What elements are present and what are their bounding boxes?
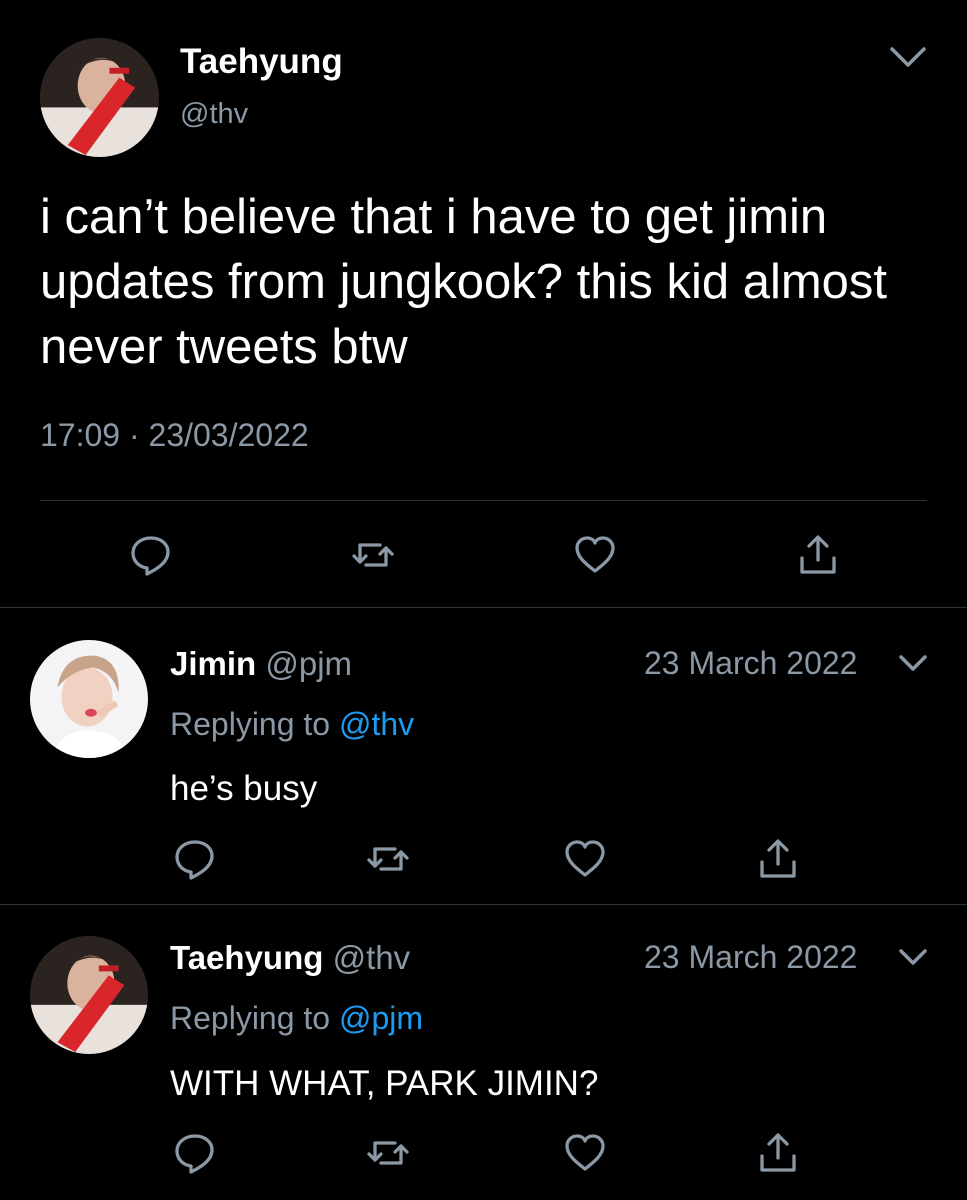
reply-author[interactable]: Jimin @pjm [170,645,352,683]
chevron-down-icon[interactable] [898,946,928,968]
reply-avatar-taehyung[interactable] [30,936,148,1054]
mention-link[interactable]: @pjm [339,1000,423,1036]
main-tweet-display-name[interactable]: Taehyung [180,42,343,82]
reply-icon[interactable] [172,836,218,882]
replying-to: Replying to @pjm [170,1000,423,1037]
chevron-down-icon[interactable] [898,652,928,674]
main-tweet-avatar[interactable] [40,38,159,157]
main-tweet-text: i can’t believe that i have to get jimin… [40,190,888,374]
like-icon[interactable] [562,836,608,882]
like-icon[interactable] [572,532,618,578]
main-tweet-handle[interactable]: @thv [180,98,248,131]
divider [0,607,967,608]
reply-display-name[interactable]: Jimin [170,645,256,682]
reply-icon[interactable] [172,1130,218,1176]
reply-display-name[interactable]: Taehyung [170,939,323,976]
reply-handle[interactable]: @pjm [265,645,352,682]
reply-handle[interactable]: @thv [333,939,411,976]
replying-prefix: Replying to [170,1000,331,1036]
divider [40,500,927,501]
reply-icon[interactable] [128,532,174,578]
share-icon[interactable] [755,836,801,882]
retweet-icon[interactable] [350,532,396,578]
share-icon[interactable] [795,532,841,578]
divider [0,904,967,905]
reply-date[interactable]: 23 March 2022 [644,939,857,976]
reply-avatar-jimin[interactable] [30,640,148,758]
retweet-icon[interactable] [365,836,411,882]
replying-prefix: Replying to [170,706,331,742]
reply-author[interactable]: Taehyung @thv [170,939,410,977]
main-tweet-timestamp[interactable]: 17:09 · 23/03/2022 [40,417,309,454]
retweet-icon[interactable] [365,1130,411,1176]
reply-text: WITH WHAT, PARK JIMIN? [170,1064,599,1103]
share-icon[interactable] [755,1130,801,1176]
reply-date[interactable]: 23 March 2022 [644,645,857,682]
like-icon[interactable] [562,1130,608,1176]
replying-to: Replying to @thv [170,706,414,743]
chevron-down-icon[interactable] [889,42,927,72]
reply-text: he’s busy [170,769,318,808]
mention-link[interactable]: @thv [339,706,414,742]
